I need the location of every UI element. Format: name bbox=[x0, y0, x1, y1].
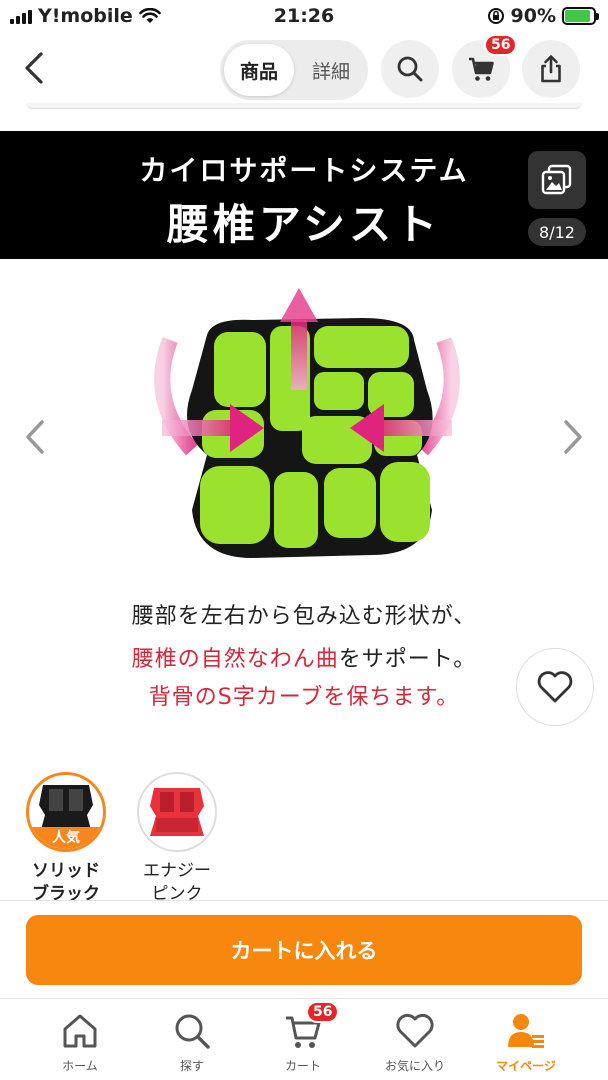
add-to-cart-button[interactable]: カートに入れる bbox=[26, 915, 582, 985]
search-icon bbox=[397, 56, 423, 82]
chevron-left-icon bbox=[26, 420, 44, 454]
banner-title: 腰椎アシスト bbox=[166, 200, 442, 249]
tab-favorites-label: お気に入り bbox=[384, 1059, 445, 1073]
tab-home-label: ホーム bbox=[62, 1059, 98, 1073]
status-bar: Y!mobile 21:26 90% bbox=[0, 0, 608, 34]
cart-icon bbox=[469, 57, 494, 81]
tab-mypage-label: マイページ bbox=[496, 1059, 556, 1073]
cart-button[interactable]: 56 bbox=[452, 34, 518, 98]
product-image-banner: カイロサポートシステム 腰椎アシスト 8/12 bbox=[0, 131, 608, 259]
bottom-tab-bar: ホーム 探す 56 カート お気に入り マイページ bbox=[0, 998, 608, 1080]
user-icon bbox=[508, 1014, 544, 1048]
section-divider bbox=[0, 900, 608, 901]
share-icon bbox=[541, 55, 561, 83]
popular-badge: 人気 bbox=[29, 827, 103, 849]
top-nav: 商品 詳細 56 bbox=[0, 34, 608, 102]
orientation-lock-icon bbox=[487, 8, 504, 24]
segment-detail[interactable]: 詳細 bbox=[298, 44, 364, 96]
image-page-indicator: 8/12 bbox=[528, 218, 586, 246]
view-segment-control: 商品 詳細 bbox=[220, 40, 368, 100]
variant-energy-pink[interactable]: エナジー ピンク bbox=[135, 772, 219, 906]
tab-search[interactable]: 探す bbox=[137, 1009, 247, 1074]
battery-icon bbox=[562, 7, 599, 25]
segment-product[interactable]: 商品 bbox=[224, 44, 294, 96]
favorite-button[interactable] bbox=[516, 648, 594, 726]
cushion-thumbnail-pink bbox=[150, 788, 204, 836]
share-button[interactable] bbox=[522, 40, 580, 98]
carousel-prev-button[interactable] bbox=[18, 414, 54, 460]
variant-solid-black[interactable]: 人気 ソリッド ブラック bbox=[24, 772, 108, 906]
heart-icon bbox=[396, 1013, 434, 1048]
variant-thumbnail: 人気 bbox=[26, 772, 106, 852]
description-line-2: 腰椎の自然なわん曲をサポート。 bbox=[0, 641, 608, 673]
banner-subtitle: カイロサポートシステム bbox=[139, 154, 469, 187]
nav-divider bbox=[26, 103, 582, 109]
tab-cart-badge: 56 bbox=[306, 1001, 340, 1023]
product-cushion-image bbox=[154, 288, 460, 558]
tab-favorites[interactable]: お気に入り bbox=[360, 1009, 470, 1074]
gallery-button[interactable] bbox=[528, 151, 586, 209]
carousel-next-button[interactable] bbox=[554, 414, 590, 460]
search-button[interactable] bbox=[381, 40, 439, 98]
description-highlight: 腰椎の自然なわん曲 bbox=[131, 647, 339, 672]
heart-icon bbox=[537, 671, 573, 703]
back-button[interactable] bbox=[14, 46, 58, 90]
tab-mypage[interactable]: マイページ bbox=[471, 1009, 581, 1074]
chevron-right-icon bbox=[564, 420, 582, 454]
gallery-icon bbox=[541, 164, 572, 195]
status-right: 90% bbox=[487, 5, 599, 27]
home-icon bbox=[63, 1014, 97, 1048]
search-icon bbox=[175, 1014, 210, 1049]
description-line-2-rest: をサポート。 bbox=[338, 647, 477, 672]
chevron-left-icon bbox=[25, 52, 43, 84]
tab-cart-label: カート bbox=[284, 1059, 321, 1073]
tab-search-label: 探す bbox=[179, 1059, 204, 1073]
battery-percent: 90% bbox=[510, 5, 556, 27]
description-line-1: 腰部を左右から包み込む形状が、 bbox=[131, 604, 477, 629]
tab-home[interactable]: ホーム bbox=[25, 1009, 135, 1074]
variant-thumbnail bbox=[137, 772, 217, 852]
cart-count-badge: 56 bbox=[484, 34, 518, 56]
tab-cart[interactable]: 56 カート bbox=[248, 1001, 358, 1074]
